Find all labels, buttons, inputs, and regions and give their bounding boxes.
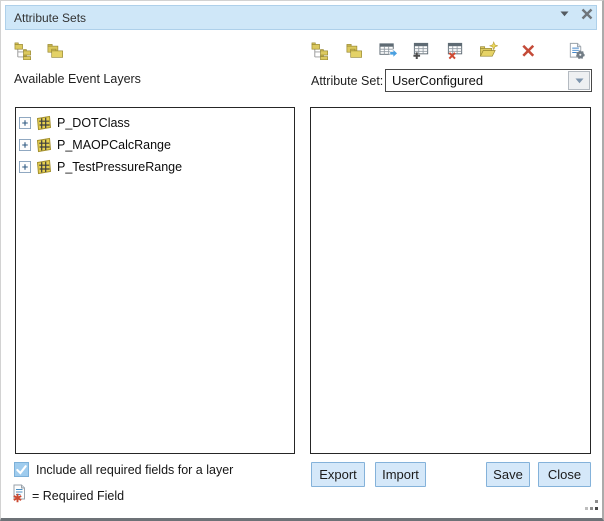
expand-plus-icon[interactable] xyxy=(19,117,31,129)
tree-item-p-testpressurerange[interactable]: P_TestPressureRange xyxy=(19,156,294,178)
titlebar[interactable]: Attribute Sets xyxy=(5,5,597,30)
report-settings-icon[interactable] xyxy=(567,41,586,60)
include-required-fields-checkbox[interactable] xyxy=(14,462,29,477)
layer-tree-icon[interactable] xyxy=(14,41,33,60)
new-folder-icon[interactable] xyxy=(479,41,498,60)
delete-icon[interactable] xyxy=(519,41,538,60)
table-remove-icon[interactable] xyxy=(446,41,465,60)
available-event-layers-list[interactable]: P_DOTClass P_MAOPCalcRange P_TestPressur xyxy=(15,107,295,454)
tree-item-p-maopcalcrange[interactable]: P_MAOPCalcRange xyxy=(19,134,294,156)
event-layer-icon xyxy=(36,159,52,175)
expand-plus-icon[interactable] xyxy=(19,139,31,151)
attribute-sets-dialog: Attribute Sets xyxy=(0,0,604,521)
tree-item-label: P_DOTClass xyxy=(57,116,130,130)
tree-item-label: P_MAOPCalcRange xyxy=(57,138,171,152)
tree-item-p-dotclass[interactable]: P_DOTClass xyxy=(19,112,294,134)
required-field-icon xyxy=(12,484,26,503)
dialog-title: Attribute Sets xyxy=(14,11,86,25)
attribute-set-combobox[interactable]: UserConfigured xyxy=(385,69,592,92)
save-button[interactable]: Save xyxy=(486,462,530,487)
available-event-layers-heading: Available Event Layers xyxy=(14,72,141,86)
close-button[interactable]: Close xyxy=(538,462,591,487)
dropdown-caret-icon[interactable] xyxy=(560,11,569,17)
table-export-icon[interactable] xyxy=(379,41,398,60)
export-button[interactable]: Export xyxy=(311,462,365,487)
table-add-icon[interactable] xyxy=(412,41,431,60)
close-icon[interactable] xyxy=(581,8,593,20)
event-layer-icon xyxy=(36,115,52,131)
attribute-set-fields-list[interactable] xyxy=(310,107,591,454)
required-field-legend: = Required Field xyxy=(32,489,124,503)
tree-item-label: P_TestPressureRange xyxy=(57,160,182,174)
folders-icon[interactable] xyxy=(345,41,364,60)
folders-icon[interactable] xyxy=(46,41,65,60)
resize-grip[interactable] xyxy=(584,497,600,513)
event-layer-icon xyxy=(36,137,52,153)
combobox-dropdown-button[interactable] xyxy=(568,71,590,90)
attribute-set-label: Attribute Set: xyxy=(311,74,383,88)
checkmark-icon xyxy=(15,463,28,476)
attribute-set-value: UserConfigured xyxy=(392,73,483,88)
layer-tree-icon[interactable] xyxy=(311,41,330,60)
import-button[interactable]: Import xyxy=(375,462,426,487)
include-required-fields-label: Include all required fields for a layer xyxy=(36,463,233,477)
chevron-down-icon xyxy=(575,78,584,84)
expand-plus-icon[interactable] xyxy=(19,161,31,173)
